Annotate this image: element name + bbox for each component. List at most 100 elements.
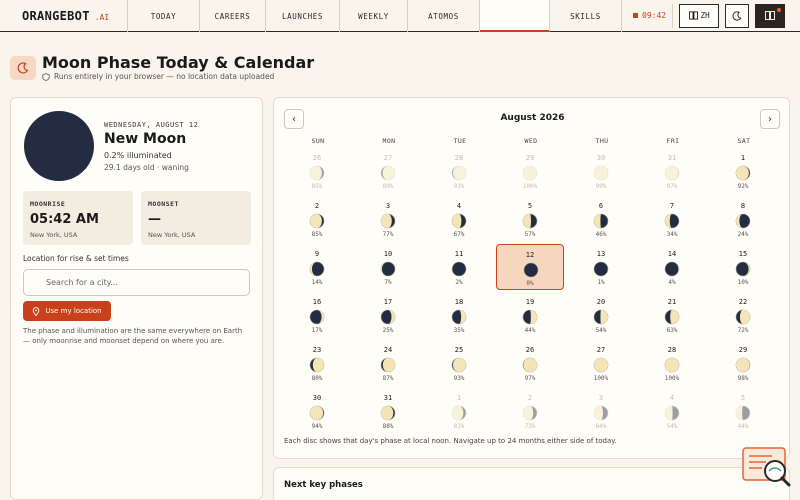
nav-link-careers[interactable]: CAREERS <box>200 0 266 32</box>
illumination-percent: 73% <box>524 423 536 430</box>
brand-logo[interactable]: ORANGEBOT .AI <box>0 0 128 32</box>
illumination-percent: 44% <box>737 423 749 430</box>
moon-phase-icon <box>664 357 680 373</box>
nav-link-skills[interactable]: SKILLS <box>550 0 622 32</box>
nav-link-weekly[interactable]: WEEKLY <box>340 0 408 32</box>
illumination-percent: 72% <box>737 327 749 334</box>
calendar-day[interactable]: 29 100% <box>496 148 564 194</box>
moon-phase-icon <box>309 213 325 229</box>
moonset-box: MOONSET — New York, USA <box>141 191 251 245</box>
month-label: August 2026 <box>500 113 565 123</box>
calendar-day[interactable]: 19 44% <box>496 292 564 338</box>
calendar-day[interactable]: 24 87% <box>354 340 422 386</box>
day-number: 7 <box>669 202 675 210</box>
calendar-day[interactable]: 1 81% <box>425 388 493 434</box>
moon-phase-icon <box>664 213 680 229</box>
illumination-percent: 100% <box>664 375 680 382</box>
calendar-day[interactable]: 10 7% <box>354 244 422 290</box>
calendar-day[interactable]: 5 57% <box>496 196 564 242</box>
calendar-day[interactable]: 23 80% <box>283 340 351 386</box>
moon-phase-icon <box>735 261 751 277</box>
calendar-day[interactable]: 2 85% <box>283 196 351 242</box>
language-button[interactable]: ZH <box>679 3 720 28</box>
nav-link-atomos[interactable]: ATOMOS <box>408 0 480 32</box>
calendar-day[interactable]: 27 100% <box>567 340 635 386</box>
day-number: 5 <box>740 394 746 402</box>
calendar-day[interactable]: 28 100% <box>638 340 706 386</box>
moon-phase-icon <box>593 405 609 421</box>
calendar-day[interactable]: 9 14% <box>283 244 351 290</box>
calendar-day[interactable]: 20 54% <box>567 292 635 338</box>
theme-toggle-button[interactable] <box>725 3 750 28</box>
use-my-location-button[interactable]: Use my location <box>23 301 111 321</box>
moon-phase-icon <box>380 357 396 373</box>
calendar-day[interactable]: 28 93% <box>425 148 493 194</box>
weekday-thu: THU <box>595 137 609 145</box>
illumination-percent: 64% <box>595 423 607 430</box>
illumination-percent: 85% <box>311 231 323 238</box>
calendar-day[interactable]: 1 92% <box>709 148 777 194</box>
day-number: 21 <box>667 298 677 306</box>
timer-value: 09:42 <box>642 11 667 20</box>
notification-dot <box>777 7 782 12</box>
nav-links: TODAY CAREERS LAUNCHES WEEKLY ATOMOS SKILLS <box>128 0 622 32</box>
calendar-day[interactable]: 30 99% <box>567 148 635 194</box>
moon-phase-icon <box>593 165 609 181</box>
calendar-day[interactable]: 31 97% <box>638 148 706 194</box>
day-number: 28 <box>667 346 677 354</box>
day-number: 29 <box>525 154 535 162</box>
calendar-day[interactable]: 17 25% <box>354 292 422 338</box>
nav-link-today[interactable]: TODAY <box>128 0 200 32</box>
calendar-day[interactable]: 22 72% <box>709 292 777 338</box>
illumination-percent: 63% <box>666 327 678 334</box>
calendar-day[interactable]: 29 98% <box>709 340 777 386</box>
calendar-day[interactable]: 14 4% <box>638 244 706 290</box>
calendar-day[interactable]: 15 10% <box>709 244 777 290</box>
nav-link-launches[interactable]: LAUNCHES <box>266 0 340 32</box>
calendar-day[interactable]: 26 97% <box>496 340 564 386</box>
calendar-day[interactable]: 27 89% <box>354 148 422 194</box>
illumination-percent: 0% <box>526 280 534 287</box>
moon-phase-icon <box>522 165 538 181</box>
calendar-day[interactable]: 4 67% <box>425 196 493 242</box>
calendar-day[interactable]: 30 94% <box>283 388 351 434</box>
calendar-day[interactable]: 13 1% <box>567 244 635 290</box>
calendar-day[interactable]: 5 44% <box>709 388 777 434</box>
brand-tld: .AI <box>94 13 110 22</box>
calendar-day[interactable]: 6 46% <box>567 196 635 242</box>
calendar-day[interactable]: 11 2% <box>425 244 493 290</box>
calendar-day[interactable]: 7 34% <box>638 196 706 242</box>
calendar-day[interactable]: 16 17% <box>283 292 351 338</box>
moon-phase-icon <box>380 261 396 277</box>
city-search-input[interactable]: Search for a city... <box>23 269 250 296</box>
calendar-day[interactable]: 3 64% <box>567 388 635 434</box>
calendar-day-today[interactable]: 12 0% <box>496 244 564 290</box>
day-number: 12 <box>525 251 535 259</box>
day-number: 26 <box>312 154 322 162</box>
day-number: 31 <box>667 154 677 162</box>
calendar-day[interactable]: 4 54% <box>638 388 706 434</box>
timer-dot-icon <box>633 13 638 18</box>
calendar-day[interactable]: 25 93% <box>425 340 493 386</box>
moon-phase-icon <box>664 309 680 325</box>
calendar-day[interactable]: 18 35% <box>425 292 493 338</box>
day-number: 26 <box>525 346 535 354</box>
calendar-day[interactable]: 21 63% <box>638 292 706 338</box>
day-number: 2 <box>527 394 533 402</box>
next-month-button[interactable]: › <box>760 109 780 129</box>
moon-phase-icon <box>593 357 609 373</box>
illumination-percent: 17% <box>311 327 323 334</box>
nav-link-tool[interactable] <box>480 0 550 32</box>
moon-phase-icon <box>309 405 325 421</box>
moon-phase-icon <box>735 357 751 373</box>
calendar-day[interactable]: 2 73% <box>496 388 564 434</box>
calendar-day[interactable]: 31 88% <box>354 388 422 434</box>
moonrise-time: 05:42 AM <box>30 212 99 227</box>
app-menu-button[interactable] <box>755 3 786 28</box>
calendar-day[interactable]: 26 85% <box>283 148 351 194</box>
illumination-percent: 98% <box>737 375 749 382</box>
calendar-day[interactable]: 3 77% <box>354 196 422 242</box>
calendar-day[interactable]: 8 24% <box>709 196 777 242</box>
assistant-float-icon[interactable] <box>742 447 792 489</box>
session-timer: 09:42 <box>627 3 674 28</box>
